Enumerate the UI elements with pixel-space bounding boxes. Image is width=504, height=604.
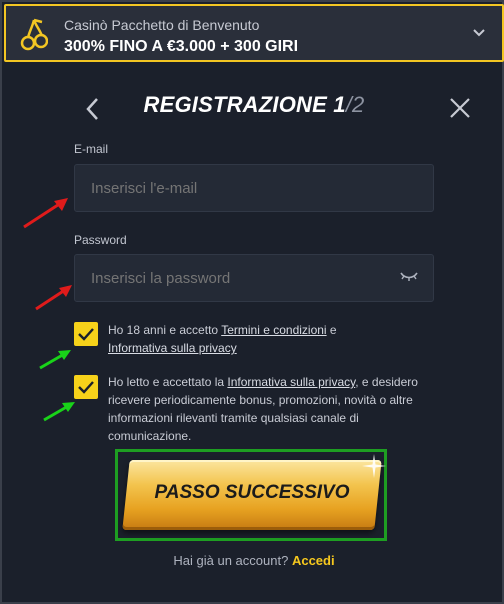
welcome-promo-banner[interactable]: Casinò Pacchetto di Benvenuto 300% FINO …: [4, 4, 504, 62]
promo-subtitle: Casinò Pacchetto di Benvenuto: [64, 17, 260, 33]
promo-headline: 300% FINO A €3.000 + 300 GIRI: [64, 38, 299, 55]
terms-link[interactable]: Termini e condizioni: [221, 323, 326, 337]
chevron-down-icon[interactable]: [472, 26, 486, 40]
age-consent-and: e: [326, 323, 337, 337]
age-terms-consent: Ho 18 anni e accetto Termini e condizion…: [108, 321, 378, 357]
login-link[interactable]: Accedi: [292, 553, 335, 568]
password-field[interactable]: [74, 254, 434, 302]
chevron-left-icon[interactable]: [82, 96, 104, 122]
red-arrow-icon: [23, 198, 68, 229]
red-arrow-icon: [35, 285, 72, 311]
cherry-icon: [20, 18, 48, 51]
marketing-consent: Ho letto e accettato la Informativa sull…: [108, 373, 418, 445]
close-icon[interactable]: [448, 96, 472, 120]
eye-closed-icon[interactable]: [400, 270, 418, 282]
email-label: E-mail: [74, 142, 109, 156]
page-title: REGISTRAZIONE 1/2: [134, 92, 374, 124]
password-label: Password: [74, 233, 127, 247]
age-consent-text: Ho 18 anni e accetto: [108, 323, 222, 337]
marketing-consent-text: Ho letto e accettato la: [108, 375, 228, 389]
have-account-text: Hai già un account?: [173, 553, 289, 568]
age-terms-checkbox[interactable]: [74, 322, 98, 346]
next-step-label: PASSO SUCCESSIVO: [154, 482, 350, 503]
marketing-consent-checkbox[interactable]: [74, 375, 98, 399]
check-icon: [78, 328, 94, 341]
green-arrow-icon: [39, 350, 71, 370]
marketing-privacy-link[interactable]: Informativa sulla privacy: [227, 375, 355, 389]
login-row: Hai già un account? Accedi: [2, 553, 504, 568]
sparkle-icon: [362, 454, 386, 478]
email-field[interactable]: [74, 164, 434, 212]
privacy-policy-link[interactable]: Informativa sulla privacy: [108, 341, 237, 355]
page-title-text: REGISTRAZIONE 1: [143, 92, 346, 117]
registration-panel: Casinò Pacchetto di Benvenuto 300% FINO …: [0, 0, 504, 604]
green-arrow-icon: [43, 402, 75, 422]
step-total: /2: [345, 92, 365, 117]
check-icon: [78, 381, 94, 394]
